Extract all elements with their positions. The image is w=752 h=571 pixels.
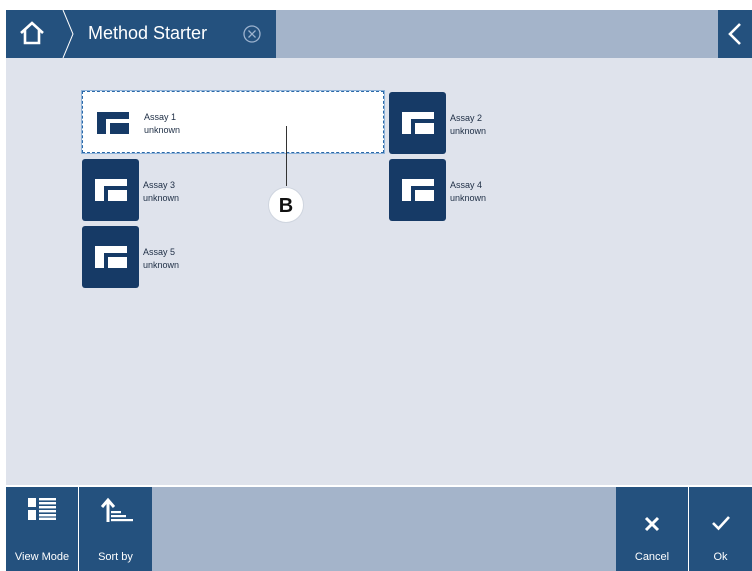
assay-tile-icon-box <box>389 92 446 154</box>
view-mode-button[interactable]: View Mode <box>6 487 78 571</box>
x-icon <box>644 516 660 532</box>
assay-tile-text: Assay 1 unknown <box>144 111 180 137</box>
chevron-left-icon <box>728 23 741 45</box>
method-starter-screen: Method Starter Assay 1 unknown Assay 2 u… <box>6 10 752 571</box>
ok-button[interactable]: Ok <box>689 487 752 571</box>
assay-method-icon <box>97 112 129 134</box>
header-bar: Method Starter <box>6 10 752 58</box>
callout-marker: B <box>268 187 304 223</box>
assay-method-icon <box>402 179 434 201</box>
assay-tile[interactable]: Assay 4 unknown <box>389 159 549 221</box>
assay-tile-icon-box <box>389 159 446 221</box>
assay-tile-selected[interactable]: Assay 1 unknown <box>82 91 384 153</box>
callout-line <box>286 126 287 186</box>
cancel-button[interactable]: Cancel <box>616 487 688 571</box>
home-button[interactable] <box>6 10 62 58</box>
breadcrumb-separator-icon <box>62 10 76 58</box>
assay-status: unknown <box>144 125 181 135</box>
assay-method-icon <box>95 179 127 201</box>
view-mode-icon <box>28 498 56 520</box>
close-circle-icon[interactable] <box>242 24 262 44</box>
breadcrumb: Method Starter <box>62 10 276 58</box>
assay-status: unknown <box>450 126 487 136</box>
assay-name: Assay 4 <box>450 180 483 190</box>
assay-tile-text: Assay 4 unknown <box>450 179 486 205</box>
assay-tile-icon-box <box>82 226 139 288</box>
assay-tile-text: Assay 3 unknown <box>143 179 179 205</box>
assay-status: unknown <box>450 193 487 203</box>
view-mode-label: View Mode <box>14 551 70 563</box>
footer-bar: View Mode Sort by Cancel Ok <box>6 485 752 571</box>
assay-name: Assay 5 <box>143 247 176 257</box>
back-button[interactable] <box>718 10 752 58</box>
assay-method-icon <box>402 112 434 134</box>
assay-tile[interactable]: Assay 3 unknown <box>82 159 242 221</box>
assay-tile-text: Assay 5 unknown <box>143 246 179 272</box>
assay-name: Assay 2 <box>450 113 483 123</box>
ok-label: Ok <box>713 551 728 563</box>
assay-name: Assay 3 <box>143 180 176 190</box>
assay-name: Assay 1 <box>144 112 177 122</box>
checkmark-icon <box>712 516 730 531</box>
home-icon <box>20 21 44 45</box>
sort-by-button[interactable]: Sort by <box>79 487 152 571</box>
assay-tile-icon-box <box>82 159 139 221</box>
assay-tile[interactable]: Assay 5 unknown <box>82 226 242 288</box>
callout-label: B <box>278 195 294 217</box>
assay-status: unknown <box>143 193 180 203</box>
cancel-label: Cancel <box>634 551 670 563</box>
sort-icon <box>101 497 133 522</box>
assay-status: unknown <box>143 260 180 270</box>
page-title: Method Starter <box>88 23 208 43</box>
sort-by-label: Sort by <box>98 551 133 563</box>
assay-method-icon <box>95 246 127 268</box>
assay-tile[interactable]: Assay 2 unknown <box>389 92 549 154</box>
assay-tile-text: Assay 2 unknown <box>450 112 486 138</box>
